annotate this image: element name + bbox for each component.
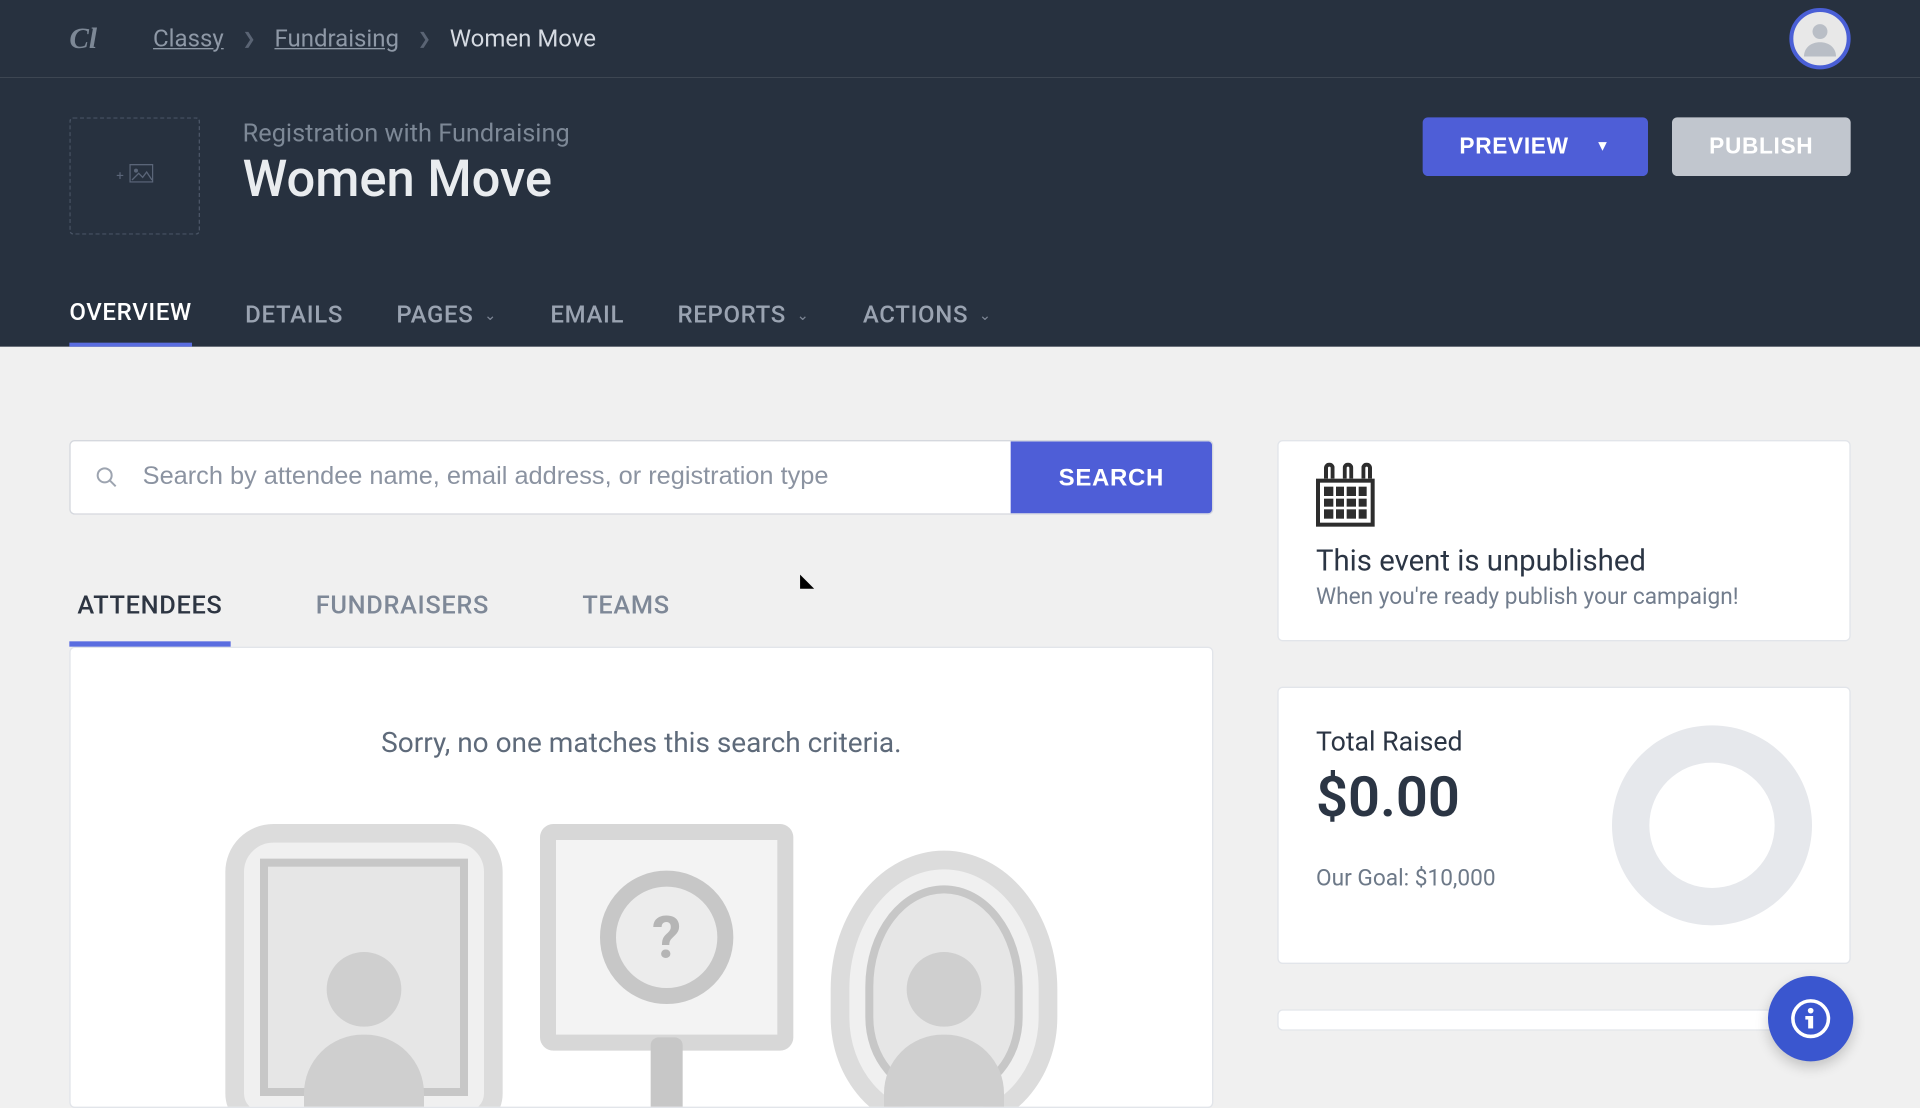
card-peek	[1277, 1009, 1850, 1030]
user-icon	[1799, 17, 1842, 60]
publish-button[interactable]: PUBLISH	[1672, 117, 1851, 176]
breadcrumb-current: Women Move	[450, 25, 596, 53]
search-input[interactable]	[143, 463, 987, 492]
results-panel: Sorry, no one matches this search criter…	[69, 647, 1213, 1108]
plus-icon: +	[116, 169, 124, 184]
tab-details[interactable]: DETAILS	[245, 299, 343, 347]
tab-email[interactable]: EMAIL	[550, 299, 624, 347]
tab-pages[interactable]: PAGES ⌄	[396, 299, 497, 347]
subtab-teams[interactable]: TEAMS	[574, 576, 677, 647]
status-title: This event is unpublished	[1316, 545, 1812, 578]
tab-overview[interactable]: OVERVIEW	[69, 299, 192, 347]
subtab-fundraisers[interactable]: FUNDRAISERS	[308, 576, 497, 647]
campaign-type: Registration with Fundraising	[243, 117, 570, 148]
preview-label: PREVIEW	[1459, 133, 1568, 160]
chevron-down-icon: ⌄	[979, 306, 992, 323]
empty-illustration: ?	[97, 824, 1185, 1107]
tab-actions[interactable]: ACTIONS ⌄	[863, 299, 992, 347]
chevron-down-icon: ⌄	[797, 306, 810, 323]
tab-reports[interactable]: REPORTS ⌄	[677, 299, 809, 347]
help-fab[interactable]	[1768, 976, 1853, 1061]
chevron-right-icon: ❯	[242, 29, 255, 48]
status-subtitle: When you're ready publish your campaign!	[1316, 584, 1812, 611]
campaign-header: + Registration with Fundraising Women Mo…	[0, 77, 1920, 346]
preview-button[interactable]: PREVIEW ▼	[1422, 117, 1648, 176]
top-bar: Cl Classy ❯ Fundraising ❯ Women Move	[0, 0, 1920, 77]
magnifier-frame-icon: ?	[540, 824, 793, 1107]
progress-ring	[1612, 725, 1812, 925]
portrait-frame-icon	[225, 824, 502, 1107]
upload-thumbnail[interactable]: +	[69, 117, 200, 234]
caret-down-icon: ▼	[1595, 139, 1610, 155]
raised-label: Total Raised	[1316, 725, 1496, 757]
calendar-icon	[1316, 471, 1375, 527]
empty-state: Sorry, no one matches this search criter…	[71, 648, 1212, 1107]
primary-tabs: OVERVIEW DETAILS PAGES ⌄ EMAIL REPORTS ⌄…	[69, 299, 1850, 347]
breadcrumb-root[interactable]: Classy	[153, 25, 224, 53]
avatar[interactable]	[1789, 8, 1850, 69]
chevron-right-icon: ❯	[418, 29, 431, 48]
breadcrumb: Cl Classy ❯ Fundraising ❯ Women Move	[69, 21, 596, 56]
info-icon	[1789, 997, 1832, 1040]
total-raised-card: Total Raised $0.00 Our Goal: $10,000	[1277, 687, 1850, 964]
secondary-tabs: ATTENDEES FUNDRAISERS TEAMS	[69, 576, 1213, 647]
image-icon	[129, 164, 153, 188]
search-button[interactable]: SEARCH	[1011, 441, 1212, 513]
oval-frame-icon	[831, 851, 1058, 1107]
raised-goal: Our Goal: $10,000	[1316, 865, 1496, 892]
logo[interactable]: Cl	[69, 21, 97, 56]
campaign-title: Women Move	[243, 151, 570, 210]
cursor-icon: ◣	[800, 571, 814, 592]
chevron-down-icon: ⌄	[484, 306, 497, 323]
search-icon	[95, 465, 119, 489]
status-card: This event is unpublished When you're re…	[1277, 440, 1850, 641]
subtab-attendees[interactable]: ATTENDEES	[69, 576, 230, 647]
empty-message: Sorry, no one matches this search criter…	[97, 728, 1185, 760]
raised-amount: $0.00	[1316, 765, 1496, 830]
breadcrumb-section[interactable]: Fundraising	[274, 25, 399, 53]
search-bar: SEARCH	[69, 440, 1213, 515]
